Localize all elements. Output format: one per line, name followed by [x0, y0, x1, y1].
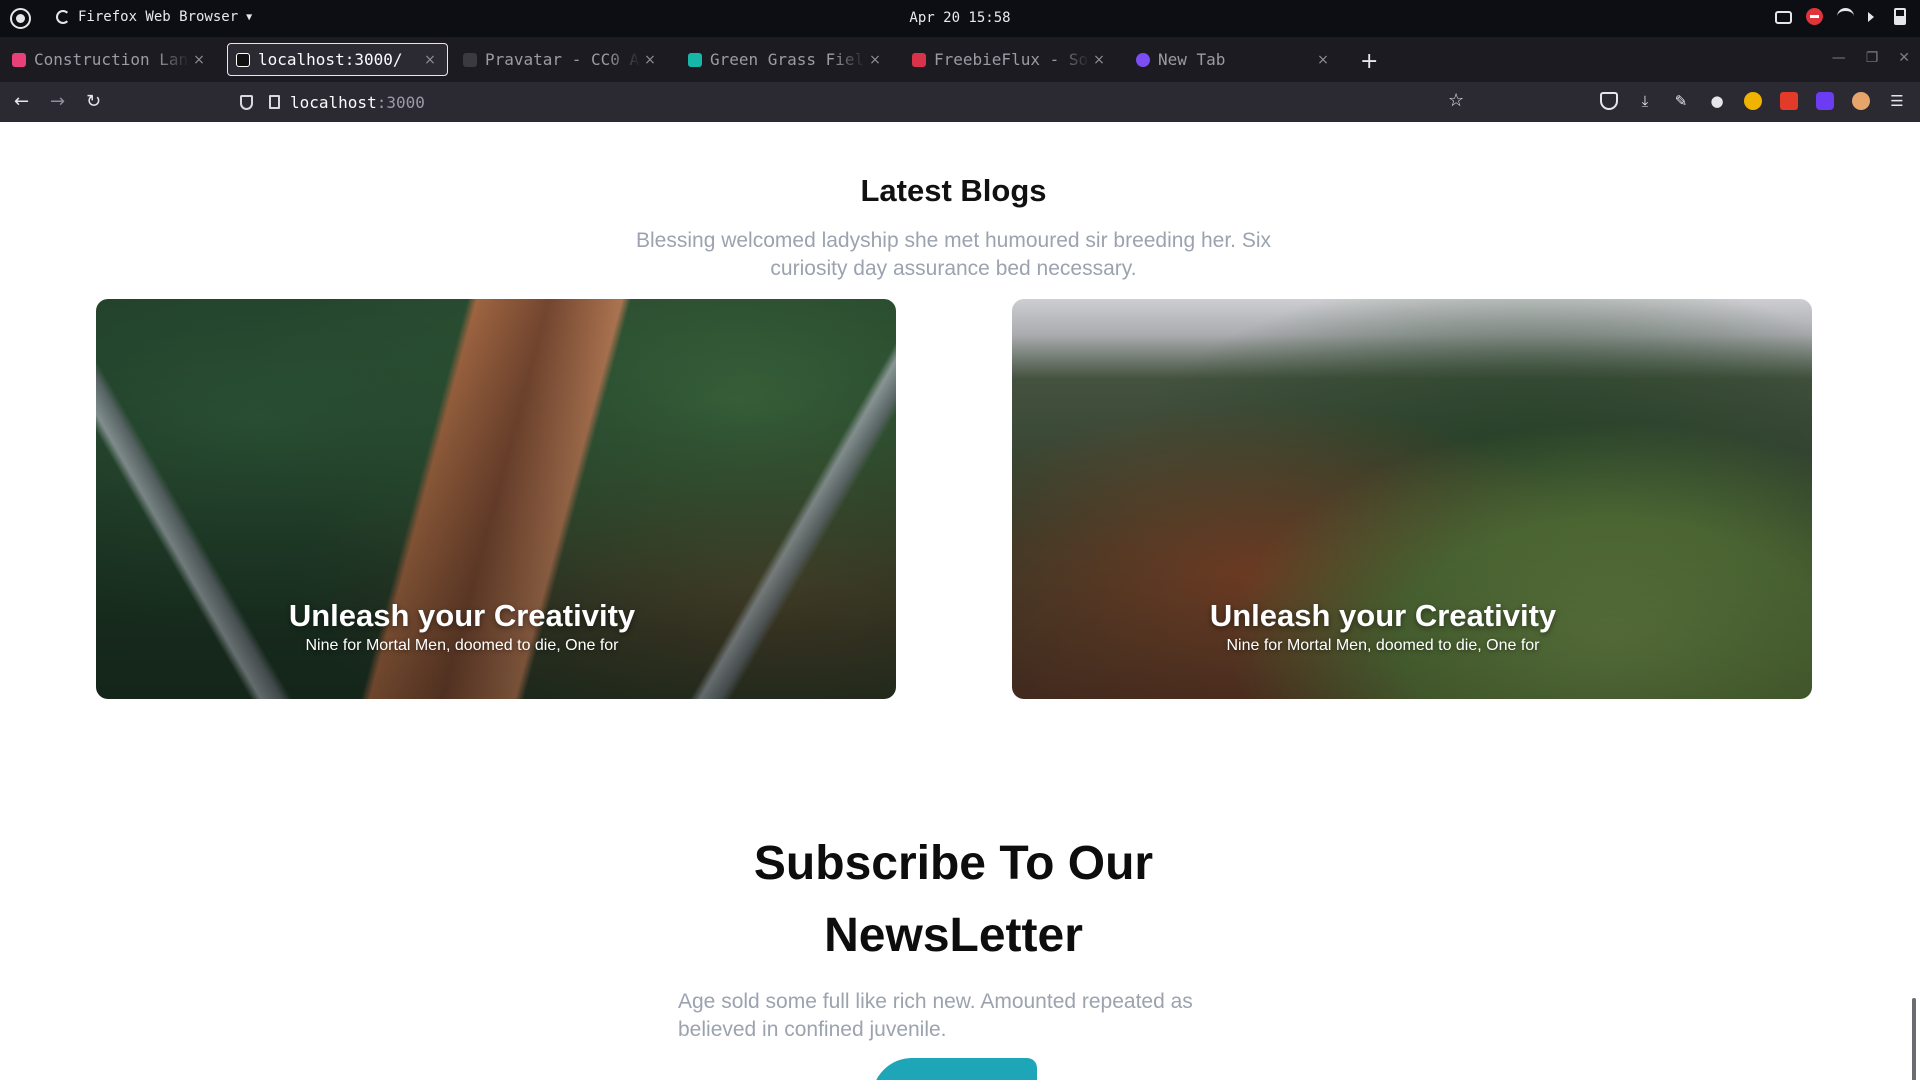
system-top-bar: Firefox Web Browser ▼ Apr 20 15:58 [0, 0, 1920, 37]
hamburger-menu-icon[interactable]: ☰ [1888, 92, 1906, 110]
url-port: :3000 [376, 92, 425, 112]
download-icon[interactable]: ⤓ [1636, 92, 1654, 110]
tab-title: Pravatar - CC0 Avatars [485, 50, 641, 69]
close-tab-icon[interactable]: × [1314, 52, 1332, 68]
blog-card-bridge[interactable]: Unleash your Creativity Nine for Mortal … [96, 299, 896, 699]
system-tray[interactable] [1775, 8, 1906, 25]
newsletter-heading-line2: NewsLetter [824, 909, 1083, 962]
blog-card-title: Unleash your Creativity [288, 598, 636, 633]
close-tab-icon[interactable]: × [641, 52, 659, 68]
forward-arrow-icon[interactable]: → [50, 91, 65, 112]
restore-icon[interactable]: ❐ [1866, 50, 1879, 66]
url-text[interactable]: localhost:3000 [290, 93, 425, 112]
page-info-icon[interactable] [269, 95, 280, 109]
page-scrollbar[interactable] [1912, 998, 1916, 1080]
tab-title: localhost:3000/ [258, 50, 403, 69]
freebieflux-favicon-icon [912, 52, 926, 67]
tab-strip: Construction Landing × localhost:3000/ ×… [0, 37, 1920, 82]
volume-icon[interactable] [1868, 11, 1880, 22]
do-not-disturb-icon[interactable] [1806, 8, 1823, 25]
blog-card-mountain[interactable]: Unleash your Creativity Nine for Mortal … [1012, 299, 1812, 699]
pen-icon[interactable]: ✎ [1672, 92, 1690, 110]
blog-card-title: Unleash your Creativity [1209, 598, 1557, 633]
pravatar-favicon-icon [463, 52, 477, 67]
dark-reader-icon[interactable]: ● [1708, 92, 1726, 110]
minimize-icon[interactable]: — [1832, 50, 1846, 66]
back-arrow-icon[interactable]: ← [14, 91, 29, 112]
url-host: localhost [290, 92, 377, 112]
reload-icon[interactable]: ↻ [86, 91, 101, 112]
tab-title: FreebieFlux - Source [934, 50, 1090, 69]
bookmark-star-icon[interactable]: ☆ [1448, 90, 1464, 111]
tab-new-tab[interactable]: New Tab × [1128, 43, 1340, 76]
tab-freebieflux[interactable]: FreebieFlux - Source × [904, 43, 1116, 76]
battery-icon[interactable] [1894, 8, 1906, 25]
tracking-shield-icon[interactable] [240, 94, 253, 110]
extension-link-icon[interactable] [1816, 92, 1834, 110]
construction-favicon-icon [12, 52, 26, 67]
pocket-icon[interactable] [1600, 92, 1618, 110]
tab-title: Green Grass Field [710, 50, 866, 69]
close-tab-icon[interactable]: × [421, 52, 439, 68]
close-tab-icon[interactable]: × [1090, 52, 1108, 68]
tab-pravatar[interactable]: Pravatar - CC0 Avatars × [455, 43, 667, 76]
triangle-favicon-icon [236, 52, 250, 67]
tab-localhost[interactable]: localhost:3000/ × [227, 43, 448, 76]
blog-card-subtitle: Nine for Mortal Men, doomed to die, One … [305, 637, 619, 654]
tab-green-grass-field[interactable]: Green Grass Field × [680, 43, 892, 76]
extension-coin-icon[interactable] [1744, 92, 1762, 110]
tab-title: Construction Landing [34, 50, 190, 69]
subscribe-button[interactable] [872, 1058, 1037, 1080]
wifi-icon[interactable] [1837, 8, 1854, 25]
extension-avatar-icon[interactable] [1852, 92, 1870, 110]
toolbar-icons: ⤓ ✎ ● ☰ [1600, 92, 1906, 110]
blog-card-subtitle: Nine for Mortal Men, doomed to die, One … [1226, 637, 1540, 654]
navigation-bar: ← → ↻ localhost:3000 ☆ ⤓ ✎ ● ☰ [0, 82, 1920, 122]
page-viewport: Latest Blogs Blessing welcomed ladyship … [0, 122, 1920, 1080]
newsletter-heading: Subscribe To Our NewsLetter [0, 828, 1907, 972]
window-controls: — ❐ ✕ [1832, 50, 1910, 66]
newsletter-heading-line1: Subscribe To Our [753, 837, 1154, 890]
new-tab-button[interactable]: + [1360, 49, 1378, 74]
url-bar[interactable]: localhost:3000 [230, 86, 1483, 118]
close-tab-icon[interactable]: × [190, 52, 208, 68]
new-tab-favicon-icon [1136, 52, 1150, 67]
tab-construction-landing[interactable]: Construction Landing × [4, 43, 216, 76]
close-tab-icon[interactable]: × [866, 52, 884, 68]
blogs-heading: Latest Blogs [860, 173, 1047, 208]
close-window-icon[interactable]: ✕ [1898, 50, 1910, 66]
screenshot-icon[interactable] [1775, 11, 1792, 24]
blogs-subheading: Blessing welcomed ladyship she met humou… [636, 229, 1271, 280]
extension-percent-icon[interactable] [1780, 92, 1798, 110]
tab-title: New Tab [1158, 50, 1226, 69]
pixabay-favicon-icon [688, 52, 702, 67]
clock[interactable]: Apr 20 15:58 [0, 10, 1920, 26]
newsletter-text: Age sold some full like rich new. Amount… [678, 990, 1193, 1041]
